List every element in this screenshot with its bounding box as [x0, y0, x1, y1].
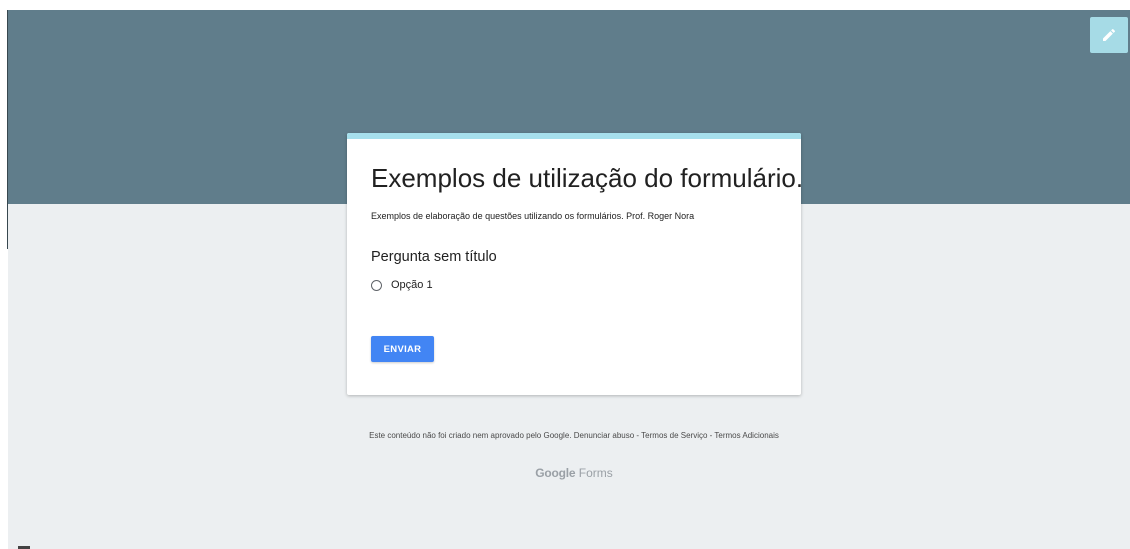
- terms-of-service-link[interactable]: Termos de Serviço: [641, 431, 707, 440]
- footer-disclaimer: Este conteúdo não foi criado nem aprovad…: [347, 431, 801, 440]
- radio-button[interactable]: [371, 279, 382, 291]
- brand-google: Google: [535, 466, 576, 480]
- report-abuse-link[interactable]: Denunciar abuso: [574, 431, 634, 440]
- submit-button[interactable]: ENVIAR: [371, 336, 434, 362]
- disclaimer-text: Este conteúdo não foi criado nem aprovad…: [369, 431, 572, 440]
- question-title: Pergunta sem título: [371, 249, 497, 265]
- pencil-icon: [1103, 28, 1116, 41]
- brand-product: Forms: [578, 466, 613, 480]
- form-description: Exemplos de elaboração de questões utili…: [371, 211, 695, 221]
- form-card: Exemplos de utilização do formulário. Ex…: [347, 133, 804, 395]
- card-accent-bar: [347, 133, 801, 139]
- form-title: Exemplos de utilização do formulário.: [371, 163, 804, 193]
- radio-option[interactable]: Opção 1: [371, 279, 433, 291]
- edit-button[interactable]: [1090, 17, 1128, 53]
- left-border: [7, 10, 8, 249]
- google-forms-logo[interactable]: Google Forms: [347, 466, 801, 480]
- radio-option-label: Opção 1: [391, 279, 433, 291]
- additional-terms-link[interactable]: Termos Adicionais: [714, 431, 778, 440]
